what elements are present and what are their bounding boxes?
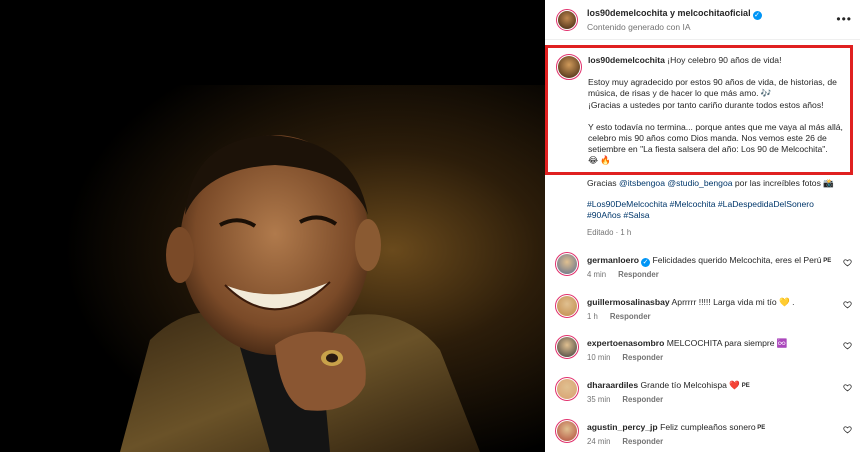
like-heart-icon[interactable] xyxy=(843,258,852,267)
comment-row: dharaardiles Grande tío Melcohispa ❤️ PE… xyxy=(545,377,860,417)
flag-pe-icon: PE xyxy=(821,258,832,264)
photo-credits: Gracias @itsbengoa @studio_bengoa por la… xyxy=(587,178,834,188)
reply-button[interactable]: Responder xyxy=(610,312,651,321)
instagram-post-view: los90demelcochita y melcochitaoficial ✓ C… xyxy=(0,0,860,452)
hashtag-line-2[interactable]: #90Años #Salsa xyxy=(587,210,849,222)
comment-line: agustin_percy_jp Feliz cumpleaños sonero… xyxy=(587,422,842,432)
caption-para2b: ¡Gracias a ustedes por tanto cariño dura… xyxy=(588,99,824,110)
commenter-avatar[interactable] xyxy=(555,335,579,359)
comment-line: expertoenasombro MELCOCHITA para siempre… xyxy=(587,338,842,349)
verified-icon: ✓ xyxy=(752,11,762,20)
comment-row: guillermosalinasbay Aprrrrr !!!!! Larga … xyxy=(545,294,860,334)
comment-meta: 4 min Responder xyxy=(587,270,671,279)
mention-studio-bengoa[interactable]: @studio_bengoa xyxy=(667,178,732,188)
caption-para2: Estoy muy agradecido por estos 90 años d… xyxy=(588,77,837,99)
reply-button[interactable]: Responder xyxy=(622,437,663,446)
caption-username[interactable]: los90demelcochita xyxy=(588,55,665,65)
caption-para3: Y esto todavía no termina... porque ante… xyxy=(588,121,843,155)
caption-highlight: los90demelcochita ¡Hoy celebro 90 años d… xyxy=(545,45,853,175)
ai-label[interactable]: Contenido generado con IA xyxy=(587,22,691,32)
comment-time[interactable]: 4 min xyxy=(587,270,606,279)
comment-line: guillermosalinasbay Aprrrrr !!!!! Larga … xyxy=(587,297,842,308)
comment-meta: 10 min Responder xyxy=(587,353,675,362)
like-heart-icon[interactable] xyxy=(843,425,852,434)
comment-meta: 24 min Responder xyxy=(587,437,675,446)
commenter-avatar[interactable] xyxy=(555,294,579,318)
hashtag-line-1[interactable]: #Los90DeMelcochita #Melcochita #LaDesped… xyxy=(587,199,849,211)
comment-time[interactable]: 10 min xyxy=(587,353,610,362)
comment-text: MELCOCHITA para siempre ♾️ xyxy=(664,338,788,348)
comment-row: agustin_percy_jp Feliz cumpleaños sonero… xyxy=(545,419,860,452)
commenter-avatar[interactable] xyxy=(555,377,579,401)
hashtags: #Los90DeMelcochita #Melcochita #LaDesped… xyxy=(587,199,849,222)
caption-avatar[interactable] xyxy=(556,54,582,80)
reply-button[interactable]: Responder xyxy=(622,353,663,362)
caption-text: los90demelcochita ¡Hoy celebro 90 años d… xyxy=(588,55,846,167)
flag-pe-icon: PE xyxy=(740,383,750,389)
comment-text: Felicidades querido Melcochita, eres el … xyxy=(650,255,822,265)
comment-time[interactable]: 35 min xyxy=(587,395,610,404)
comment-text: Grande tío Melcohispa ❤️ xyxy=(638,380,741,390)
comment-time[interactable]: 24 min xyxy=(587,437,610,446)
comment-row: germanloero ✓ Felicidades querido Melcoch… xyxy=(545,252,860,292)
comment-time[interactable]: 1 h xyxy=(587,312,598,321)
portrait-image xyxy=(0,0,545,452)
author-avatar[interactable] xyxy=(556,9,578,31)
comment-username[interactable]: germanloero xyxy=(587,255,639,265)
comment-line: dharaardiles Grande tío Melcohispa ❤️ PE xyxy=(587,380,842,391)
caption-line1: ¡Hoy celebro 90 años de vida! xyxy=(667,55,782,65)
comment-text: Aprrrrr !!!!! Larga vida mi tío 💛 . xyxy=(669,297,795,307)
post-header: los90demelcochita y melcochitaoficial ✓ C… xyxy=(545,0,860,40)
post-photo[interactable] xyxy=(0,0,545,452)
like-heart-icon[interactable] xyxy=(843,300,852,309)
like-heart-icon[interactable] xyxy=(843,341,852,350)
comment-text: Feliz cumpleaños sonero xyxy=(657,422,756,432)
commenter-avatar[interactable] xyxy=(555,252,579,276)
like-heart-icon[interactable] xyxy=(843,383,852,392)
mention-itsbengoa[interactable]: @itsbengoa xyxy=(619,178,665,188)
reply-button[interactable]: Responder xyxy=(622,395,663,404)
commenter-avatar[interactable] xyxy=(555,419,579,443)
comment-username[interactable]: expertoenasombro xyxy=(587,338,664,348)
comment-row: expertoenasombro MELCOCHITA para siempre… xyxy=(545,335,860,375)
author-names[interactable]: los90demelcochita y melcochitaoficial ✓ xyxy=(587,8,762,20)
comment-line: germanloero ✓ Felicidades querido Melcoch… xyxy=(587,255,842,267)
ellipsis-icon[interactable]: ••• xyxy=(836,12,852,26)
comment-username[interactable]: agustin_percy_jp xyxy=(587,422,658,432)
edited-timestamp: Editado · 1 h xyxy=(587,227,632,237)
caption-continued: Gracias @itsbengoa @studio_bengoa por la… xyxy=(587,178,849,238)
comment-username[interactable]: guillermosalinasbay xyxy=(587,297,670,307)
comment-meta: 35 min Responder xyxy=(587,395,675,404)
flag-pe-icon: PE xyxy=(755,425,766,431)
post-side-panel: los90demelcochita y melcochitaoficial ✓ C… xyxy=(545,0,860,452)
reply-button[interactable]: Responder xyxy=(618,270,659,279)
verified-icon: ✓ xyxy=(641,258,651,267)
comment-meta: 1 h Responder xyxy=(587,312,663,321)
comment-username[interactable]: dharaardiles xyxy=(587,380,638,390)
caption-emojis: 😂 🔥 xyxy=(588,155,612,166)
